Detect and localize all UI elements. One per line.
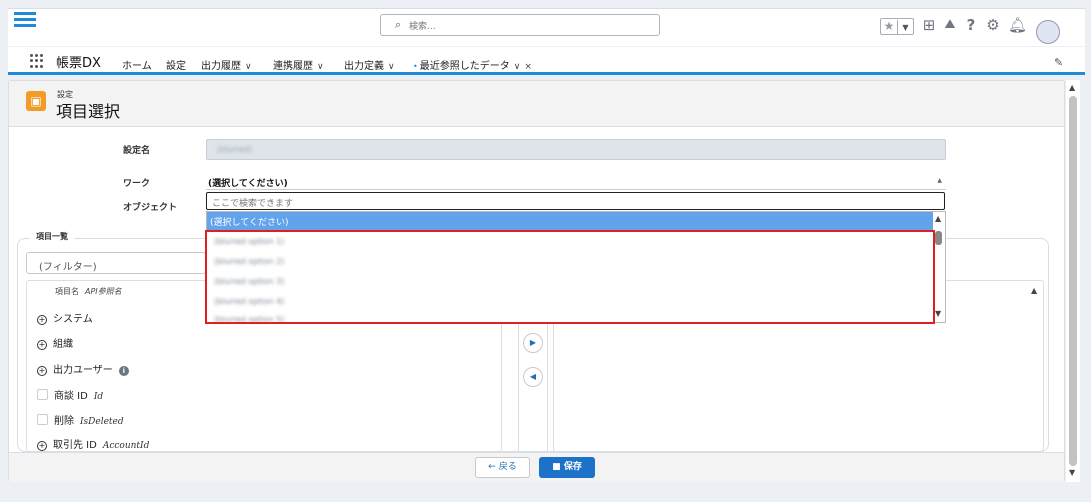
tree-item-label: 削除 — [54, 416, 74, 427]
arrow-left-icon: ← — [488, 462, 499, 472]
add-icon[interactable]: ⊞ — [921, 15, 937, 35]
tree-item-label: 組織 — [53, 339, 73, 350]
expand-icon[interactable]: + — [37, 441, 47, 451]
app-logo-icon[interactable] — [14, 12, 36, 28]
tree-item-api: IsDeleted — [80, 417, 124, 427]
favorites-button[interactable]: ★ ▼ — [880, 18, 914, 35]
chevron-down-icon[interactable]: ∨ — [245, 62, 252, 72]
work-select-value: (選択してください) — [208, 179, 288, 189]
column-header: 項目名 API参照名 — [55, 286, 122, 297]
tree-item-api: Id — [93, 392, 104, 402]
avatar[interactable] — [1036, 20, 1060, 44]
tree-item-label: 取引先 ID — [53, 440, 97, 451]
nav-item-label: 設定 — [166, 61, 186, 72]
select-arrow-icon: ▲ — [937, 177, 942, 184]
chevron-down-icon[interactable]: ∨ — [514, 62, 521, 72]
dropdown-option-label: (選択してください) — [210, 218, 289, 228]
expand-icon[interactable]: + — [37, 366, 47, 376]
filter-placeholder: (フィルター) — [39, 262, 97, 273]
work-label: ワーク — [123, 179, 151, 189]
chevron-down-icon[interactable]: ∨ — [317, 62, 324, 72]
scroll-down-icon[interactable]: ▼ — [935, 309, 941, 318]
tree-item-label: 商談 ID — [54, 391, 88, 402]
scroll-up-icon[interactable]: ▲ — [1031, 286, 1037, 295]
unsaved-dot-icon: • — [413, 62, 418, 71]
back-button-label: 戻る — [498, 462, 517, 472]
dropdown-search-input[interactable]: ここで検索できます — [206, 192, 945, 210]
star-icon[interactable]: ★ — [881, 19, 897, 34]
move-left-button[interactable]: ◀ — [523, 367, 543, 387]
move-right-button[interactable]: ▶ — [523, 333, 543, 353]
app-name: 帳票DX — [56, 56, 101, 71]
dropdown-search-placeholder: ここで検索できます — [212, 199, 294, 209]
nav-item-label: ホーム — [122, 61, 152, 72]
tree-field-opportunity-id[interactable]: 商談 ID Id — [37, 387, 103, 402]
field-checkbox[interactable] — [37, 389, 48, 400]
page-title: 項目選択 — [56, 102, 121, 121]
tree-item-api: AccountId — [102, 441, 150, 451]
nav-item-settings[interactable]: 設定 — [166, 57, 186, 72]
close-icon[interactable]: × — [524, 62, 532, 72]
scroll-up-icon[interactable]: ▲ — [935, 214, 941, 223]
edit-nav-icon[interactable]: ✎ — [1054, 56, 1063, 69]
nav-item-output-history[interactable]: 出力履歴 ∨ — [201, 57, 252, 72]
nav-item-integration-history[interactable]: 連携履歴 ∨ — [273, 57, 324, 72]
work-select[interactable]: (選択してください) ▲ — [206, 173, 946, 190]
tree-item-label: 出力ユーザー — [53, 365, 113, 376]
scroll-up-icon[interactable]: ▲ — [1069, 83, 1075, 92]
favorites-dropdown-icon[interactable]: ▼ — [897, 20, 913, 35]
column-header-name: 項目名 — [55, 287, 79, 296]
field-checkbox[interactable] — [37, 414, 48, 425]
page-scrollbar[interactable]: ▲ ▼ — [1066, 80, 1080, 482]
nav-item-label: 出力定義 — [344, 61, 384, 72]
page-header — [9, 81, 1064, 127]
object-label: オブジェクト — [123, 203, 178, 213]
filter-input[interactable]: (フィルター) — [26, 252, 206, 274]
tree-field-is-deleted[interactable]: 削除 IsDeleted — [37, 412, 124, 427]
app-launcher-icon[interactable] — [30, 54, 44, 68]
save-button-label: 保存 — [563, 462, 582, 472]
folder-icon: ■ — [552, 462, 564, 472]
back-button[interactable]: ← 戻る — [475, 457, 530, 478]
footer-bar — [9, 452, 1064, 482]
dropdown-option-selected[interactable]: (選択してください) — [207, 212, 933, 230]
tree-group-system[interactable]: + システム — [37, 310, 93, 325]
chevron-down-icon[interactable]: ∨ — [388, 62, 395, 72]
setting-name-label: 設定名 — [123, 146, 151, 156]
setting-name-field[interactable]: (blurred) — [206, 139, 946, 160]
tree-group-account-id[interactable]: + 取引先 ID AccountId — [37, 436, 149, 451]
global-search-input[interactable]: ⌕ 検索... — [380, 14, 660, 36]
annotation-highlight-box — [205, 230, 935, 324]
expand-icon[interactable]: + — [37, 340, 47, 350]
scroll-thumb[interactable] — [1069, 96, 1077, 466]
expand-icon[interactable]: + — [37, 315, 47, 325]
help-icon[interactable]: ? — [964, 15, 978, 35]
setting-name-value: (blurred) — [217, 145, 252, 154]
tree-item-label: システム — [53, 314, 93, 325]
nav-item-label: 連携履歴 — [273, 61, 313, 72]
bell-icon[interactable]: 🔔︎ — [1008, 15, 1027, 35]
item-list-legend: 項目一覧 — [30, 231, 74, 242]
column-header-api: API参照名 — [85, 287, 122, 296]
nav-item-output-definition[interactable]: 出力定義 ∨ — [344, 57, 395, 72]
nav-item-label: 出力履歴 — [201, 61, 241, 72]
save-button[interactable]: ■ 保存 — [539, 457, 595, 478]
scroll-thumb[interactable] — [935, 231, 942, 245]
folder-icon: ▣ — [26, 91, 46, 111]
info-icon[interactable]: i — [118, 366, 129, 376]
nav-item-recent[interactable]: • 最近参照したデータ ∨ × — [413, 57, 532, 72]
nav-item-label: 最近参照したデータ — [419, 61, 510, 72]
search-placeholder: 検索... — [409, 22, 436, 32]
trailhead-icon[interactable]: ⛰ — [942, 15, 958, 35]
search-icon: ⌕ — [395, 18, 402, 31]
tree-group-output-user[interactable]: + 出力ユーザー i — [37, 361, 129, 376]
tree-group-organization[interactable]: + 組織 — [37, 335, 73, 350]
gear-icon[interactable]: ⚙ — [985, 15, 1001, 35]
nav-item-home[interactable]: ホーム — [122, 57, 152, 72]
scroll-down-icon[interactable]: ▼ — [1069, 468, 1075, 477]
